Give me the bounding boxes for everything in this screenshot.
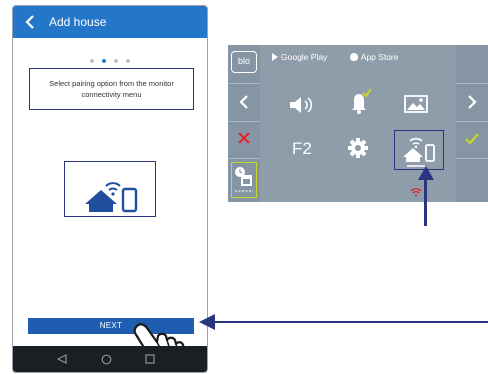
android-recent-icon[interactable]: [145, 354, 155, 364]
google-play-label: Google Play: [281, 52, 328, 62]
callout-arrow-up: [424, 178, 427, 226]
connectivity-option-selected[interactable]: [394, 130, 444, 170]
monitor-left-rail: blo: [228, 45, 260, 202]
instruction-box: Select pairing option from the monitor c…: [29, 68, 194, 110]
wifi-signal-icon: [410, 188, 422, 197]
image-icon[interactable]: [404, 95, 428, 113]
bloo-logo: blo: [231, 51, 257, 73]
store-badges: Google Play App Store: [272, 52, 419, 62]
f2-button[interactable]: F2: [292, 139, 312, 159]
callout-arrow-left: [213, 321, 488, 323]
divider: [456, 83, 488, 84]
divider: [228, 158, 260, 159]
android-back-icon[interactable]: [57, 354, 67, 364]
chevron-left-icon[interactable]: [23, 14, 37, 30]
divider: [228, 121, 260, 122]
volume-icon[interactable]: [288, 96, 318, 114]
step-dot: [90, 59, 94, 63]
calendar-clock-icon[interactable]: [231, 162, 257, 198]
chevron-right-icon[interactable]: [466, 95, 478, 109]
app-store-badge: App Store: [349, 52, 409, 62]
divider: [228, 83, 260, 84]
step-indicator: [13, 50, 207, 68]
chevron-left-icon[interactable]: [238, 95, 250, 109]
phone-screen: Add house Select pairing option from the…: [12, 5, 208, 373]
instruction-text: Select pairing option from the monitor c…: [49, 79, 174, 99]
step-dot: [114, 59, 118, 63]
android-home-icon[interactable]: [101, 354, 112, 365]
tutorial-stage: Add house Select pairing option from the…: [0, 0, 488, 374]
gear-icon[interactable]: [348, 138, 368, 158]
house-wifi-phone-icon: [403, 137, 435, 167]
monitor-right-rail: [456, 45, 488, 202]
google-play-badge: Google Play: [272, 52, 337, 62]
close-icon[interactable]: [238, 132, 250, 144]
android-nav-bar: [13, 346, 207, 372]
divider: [456, 158, 488, 159]
house-wifi-phone-icon: [85, 182, 138, 213]
pairing-illustration: [64, 161, 156, 217]
check-icon[interactable]: [465, 133, 479, 144]
divider: [456, 121, 488, 122]
app-store-label: App Store: [360, 52, 399, 62]
step-dot: [126, 59, 130, 63]
step-dot-active: [102, 59, 106, 63]
logo-text: blo: [237, 56, 250, 66]
bell-icon[interactable]: [348, 88, 372, 114]
page-title: Add house: [49, 15, 107, 29]
app-header: Add house: [13, 6, 207, 38]
monitor-screen: blo Google Play App Store F2: [228, 45, 488, 202]
